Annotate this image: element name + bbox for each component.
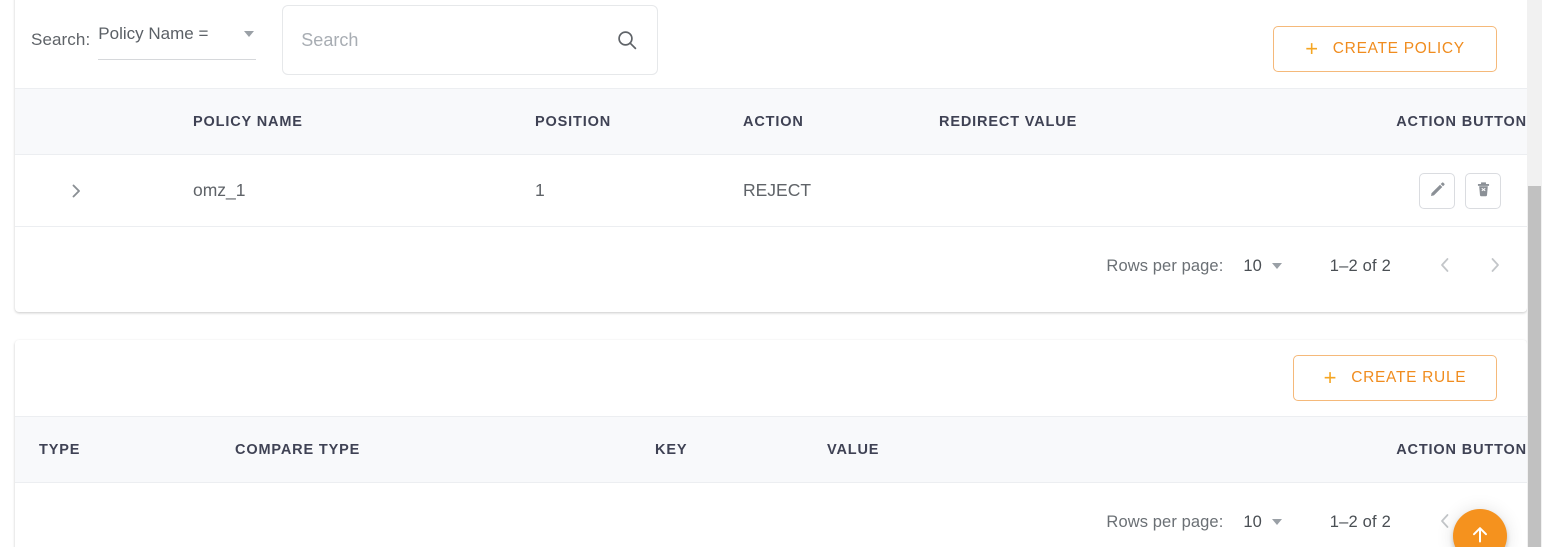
arrow-up-icon	[1467, 522, 1493, 547]
rule-col-compare-type[interactable]: COMPARE TYPE	[235, 416, 655, 483]
vertical-scrollbar-thumb[interactable]	[1528, 186, 1541, 547]
next-page-button[interactable]	[1481, 252, 1509, 280]
create-policy-label: CREATE POLICY	[1332, 40, 1465, 57]
search-field-value: Policy Name =	[98, 23, 209, 43]
policy-table-head: POLICY NAME POSITION ACTION REDIRECT VAL…	[15, 88, 1527, 155]
search-icon[interactable]	[615, 28, 639, 52]
rows-per-page-value: 10	[1243, 256, 1262, 275]
chevron-down-icon	[1271, 519, 1282, 525]
pagination-range-label: 1–2 of 2	[1329, 256, 1391, 275]
rule-toolbar: + CREATE RULE	[15, 340, 1527, 416]
rule-table: TYPE COMPARE TYPE KEY VALUE ACTION BUTTO…	[15, 416, 1527, 483]
policy-col-action-button: ACTION BUTTON	[1387, 88, 1527, 155]
row-action-group	[1387, 172, 1527, 209]
chevron-left-icon	[1435, 255, 1455, 278]
search-field-select[interactable]: Policy Name =	[98, 14, 257, 60]
pencil-icon	[1429, 181, 1446, 201]
policy-col-redirect-value[interactable]: REDIRECT VALUE	[939, 88, 1387, 155]
policy-paginator: Rows per page: 10 1–2 of 2	[15, 227, 1527, 305]
chevron-down-icon	[244, 30, 255, 37]
policy-table: POLICY NAME POSITION ACTION REDIRECT VAL…	[15, 88, 1527, 227]
search-box[interactable]	[282, 5, 659, 75]
policy-cell-name: omz_1	[193, 154, 535, 227]
search-input[interactable]	[301, 29, 616, 51]
policy-cell-position: 1	[535, 154, 743, 227]
create-policy-button[interactable]: + CREATE POLICY	[1273, 26, 1497, 72]
rows-per-page-select[interactable]: 10	[1243, 257, 1283, 276]
rule-table-head: TYPE COMPARE TYPE KEY VALUE ACTION BUTTO…	[15, 416, 1527, 483]
delete-row-button[interactable]	[1465, 172, 1501, 209]
rows-per-page-value: 10	[1243, 512, 1262, 531]
policy-card: Search: Policy Name = + CREATE POLICY	[15, 0, 1527, 312]
policy-cell-action-buttons	[1387, 154, 1527, 227]
plus-icon: +	[1305, 35, 1319, 61]
vertical-scrollbar-track[interactable]	[1527, 0, 1542, 547]
policy-management-page: Search: Policy Name = + CREATE POLICY	[0, 0, 1542, 547]
rule-paginator: Rows per page: 10 1–2 of 2	[15, 483, 1527, 547]
rule-col-value[interactable]: VALUE	[827, 416, 1347, 483]
policy-cell-action: REJECT	[743, 154, 939, 227]
chevron-right-icon[interactable]	[59, 174, 93, 208]
rows-per-page-label: Rows per page:	[1106, 512, 1224, 531]
policy-cell-redirect-value	[939, 154, 1387, 227]
previous-page-button[interactable]	[1431, 252, 1459, 280]
rows-per-page-select[interactable]: 10	[1243, 513, 1283, 532]
policy-col-expand	[15, 88, 193, 155]
create-rule-label: CREATE RULE	[1351, 369, 1467, 386]
policy-toolbar: Search: Policy Name = + CREATE POLICY	[15, 0, 1527, 88]
rule-card: + CREATE RULE TYPE COMPARE TYPE KEY VALU…	[15, 340, 1527, 547]
rule-col-action-button: ACTION BUTTON	[1347, 416, 1527, 483]
rule-col-key[interactable]: KEY	[655, 416, 827, 483]
chevron-down-icon	[1271, 263, 1282, 269]
trash-icon	[1475, 181, 1492, 201]
policy-table-body: omz_1 1 REJECT	[15, 154, 1527, 227]
plus-icon: +	[1323, 364, 1338, 390]
policy-header-row: POLICY NAME POSITION ACTION REDIRECT VAL…	[15, 88, 1527, 155]
edit-row-button[interactable]	[1419, 172, 1455, 209]
pagination-nav	[1431, 252, 1509, 280]
policy-col-action[interactable]: ACTION	[743, 88, 939, 155]
chevron-right-icon	[1485, 255, 1505, 278]
rows-per-page-label: Rows per page:	[1106, 256, 1224, 275]
policy-col-name[interactable]: POLICY NAME	[193, 88, 535, 155]
chevron-left-icon	[1435, 511, 1455, 534]
pagination-range-label: 1–2 of 2	[1329, 512, 1391, 531]
search-label: Search:	[31, 30, 91, 49]
policy-col-position[interactable]: POSITION	[535, 88, 743, 155]
policy-cell-expand	[15, 154, 193, 227]
rule-col-type[interactable]: TYPE	[15, 416, 235, 483]
rule-header-row: TYPE COMPARE TYPE KEY VALUE ACTION BUTTO…	[15, 416, 1527, 483]
table-row[interactable]: omz_1 1 REJECT	[15, 154, 1527, 227]
create-rule-button[interactable]: + CREATE RULE	[1293, 355, 1497, 401]
